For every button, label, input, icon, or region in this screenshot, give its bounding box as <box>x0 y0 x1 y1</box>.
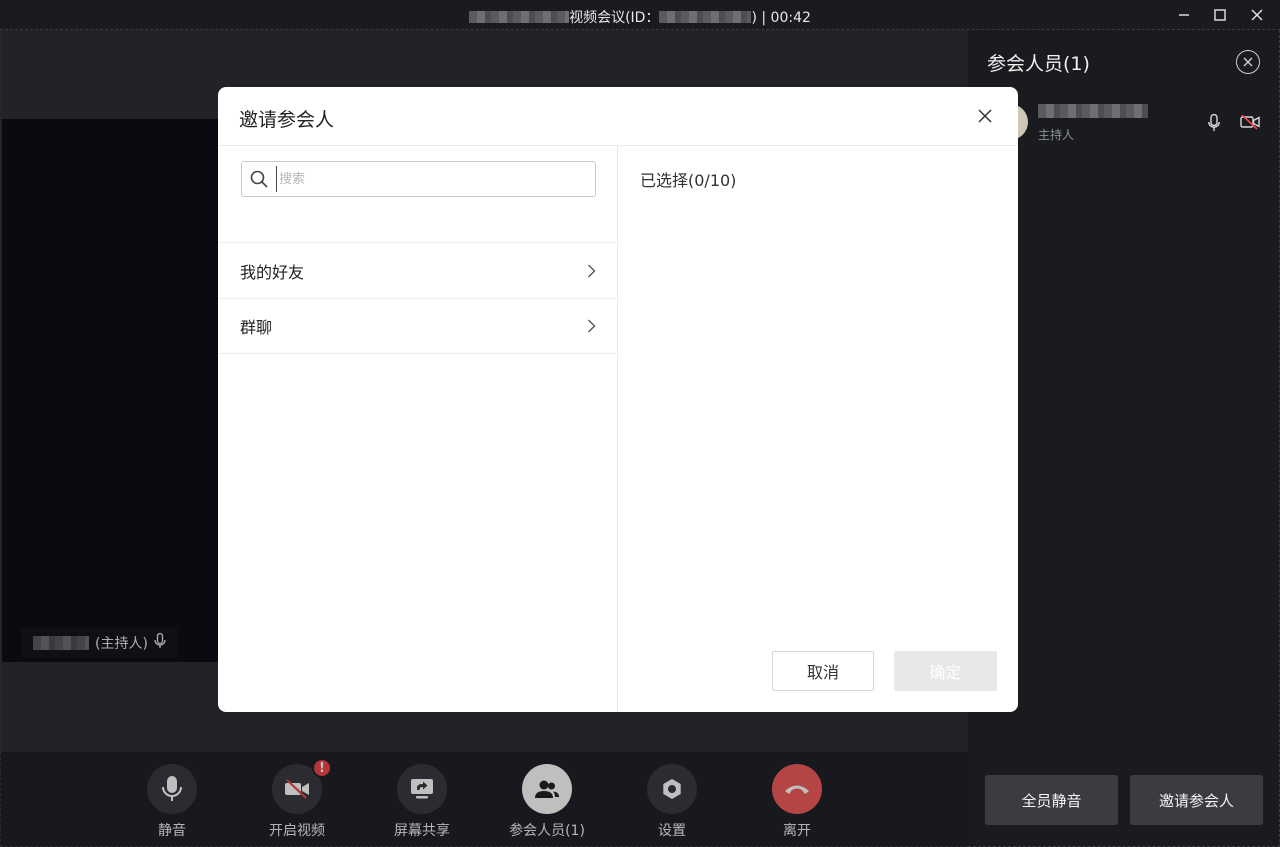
microphone-icon <box>1208 113 1220 136</box>
window-title-main: 视频会议(ID： <box>569 10 660 26</box>
selected-count: 已选择(0/10) <box>640 171 737 190</box>
invite-dialog: 邀请参会人 我的好友 群聊 已选择(0/10) 取消 确定 <box>218 87 1018 712</box>
participant-role: 主持人 <box>1038 128 1075 142</box>
redacted-participant-name <box>1038 104 1148 118</box>
category-group-chats[interactable]: 群聊 <box>218 298 618 354</box>
dialog-header: 邀请参会人 <box>218 87 1018 146</box>
window-title: 视频会议(ID： ) | 00:42 <box>0 7 1280 27</box>
chevron-right-icon <box>588 264 596 277</box>
search-field[interactable] <box>241 161 596 197</box>
category-my-friends[interactable]: 我的好友 <box>218 242 618 298</box>
category-label: 群聊 <box>240 318 273 337</box>
contact-picker: 我的好友 群聊 <box>218 146 618 712</box>
window-title-timer: ) | 00:42 <box>751 10 811 26</box>
close-window-icon[interactable] <box>1245 4 1269 26</box>
invite-participants-button[interactable]: 邀请参会人 <box>1130 775 1263 825</box>
close-dialog-icon[interactable] <box>974 105 996 127</box>
confirm-button[interactable]: 确定 <box>894 651 997 691</box>
selected-panel: 已选择(0/10) <box>618 146 1018 712</box>
panel-title: 参会人员(1) <box>987 53 1090 75</box>
redacted-name <box>469 11 570 23</box>
mute-all-button[interactable]: 全员静音 <box>985 775 1118 825</box>
maximize-icon[interactable] <box>1208 4 1232 26</box>
close-panel-icon[interactable] <box>1236 50 1260 74</box>
chevron-right-icon <box>588 319 596 333</box>
search-input[interactable] <box>276 166 566 192</box>
cancel-button[interactable]: 取消 <box>772 651 874 691</box>
dialog-title: 邀请参会人 <box>239 109 335 131</box>
camera-off-icon <box>1240 114 1260 134</box>
minimize-icon[interactable] <box>1172 4 1196 26</box>
redacted-meeting-id <box>659 11 752 23</box>
category-label: 我的好友 <box>240 262 305 282</box>
search-icon <box>250 170 268 188</box>
title-bar: 视频会议(ID： ) | 00:42 <box>0 0 1280 30</box>
